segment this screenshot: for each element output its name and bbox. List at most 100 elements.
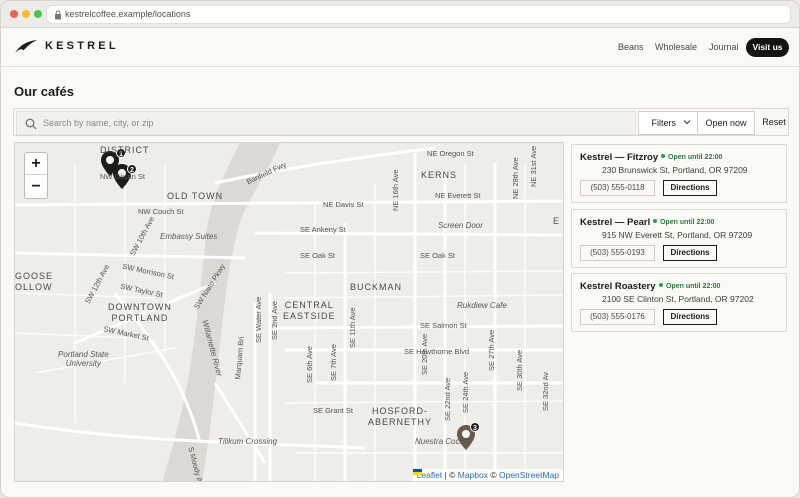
map-label-ne-28th: NE 28th Ave: [511, 157, 520, 199]
zoom-out-button[interactable]: −: [25, 176, 47, 198]
map-label-se-2nd: SE 2nd Ave: [270, 300, 279, 340]
open-status: Open until 22:00: [661, 154, 722, 161]
lock-icon: [55, 10, 61, 20]
map-label-central-eastside: CENTRAL EASTSIDE: [283, 300, 336, 321]
map-label-se-24th: SE 24th Ave: [461, 371, 470, 413]
phone-button[interactable]: (503) 555-0176: [580, 309, 655, 325]
directions-button[interactable]: Directions: [663, 245, 717, 261]
map-label-se-oak-west: SE Oak St: [300, 251, 336, 260]
map-label-nw-couch: NW Couch St: [138, 207, 184, 216]
location-address: 230 Brunswick St, Portland, OR 97209: [602, 165, 748, 175]
nav-link-beans[interactable]: Beans: [618, 42, 644, 52]
site-header: KESTREL Beans Wholesale Journal Visit us: [1, 28, 799, 67]
map-label-kerns: KERNS: [421, 170, 458, 180]
open-now-button[interactable]: Open now: [697, 111, 755, 135]
open-status: Open until 22:00: [653, 219, 714, 226]
visit-us-button[interactable]: Visit us: [746, 38, 789, 57]
map-label-se-32nd: SE 32nd Av: [541, 371, 550, 411]
directions-button[interactable]: Directions: [663, 180, 717, 196]
map-label-buckman: BUCKMAN: [350, 282, 403, 292]
search-icon: [25, 118, 37, 130]
zoom-control: + −: [24, 152, 48, 199]
open-status: Open until 22:00: [659, 283, 720, 290]
map-attribution: Leaflet | © Mapbox © OpenStreetMap: [412, 469, 563, 481]
map-view[interactable]: 1 2 3 DISTRICT NW Glisan St OLD TOWN NW …: [14, 142, 564, 482]
location-card[interactable]: Kestrel — Fitzroy Open until 22:00 230 B…: [571, 144, 787, 203]
map-label-ne-davis: NE Davis St: [323, 200, 364, 209]
map-label-ne-e: E E: [553, 216, 563, 226]
map-label-screen-door: Screen Door: [438, 221, 483, 230]
map-label-hosford: HOSFORD- ABERNETHY: [368, 406, 433, 427]
browser-chrome: kestrelcoffee.example/locations: [1, 1, 799, 28]
phone-button[interactable]: (503) 555-0118: [580, 180, 655, 196]
filters-label: Filters: [651, 118, 676, 128]
minimize-window-button[interactable]: [22, 10, 30, 18]
pin-number: 3: [473, 425, 477, 432]
map-label-se-water: SE Water Ave: [254, 296, 263, 343]
map-label-psu: Portland State University: [58, 350, 109, 368]
search-box[interactable]: [16, 111, 636, 135]
map-label-embassy: Embassy Suites: [160, 232, 218, 241]
osm-link[interactable]: OpenStreetMap: [499, 470, 559, 480]
address-bar[interactable]: kestrelcoffee.example/locations: [46, 5, 791, 24]
map-label-nuestra: Nuestra Cocina: [415, 437, 471, 446]
browser-window: kestrelcoffee.example/locations KESTREL …: [0, 0, 800, 498]
location-address: 915 NW Everett St, Portland, OR 97209: [602, 230, 753, 240]
status-dot: [661, 154, 665, 158]
status-text: Open until 22:00: [666, 283, 721, 290]
kestrel-logo-icon[interactable]: [14, 39, 38, 55]
downtown-text: DOWNTOWN PORTLAND: [108, 302, 172, 323]
status-dot: [653, 219, 657, 223]
mapbox-link[interactable]: Mapbox: [458, 470, 488, 480]
url-text: kestrelcoffee.example/locations: [65, 9, 191, 19]
map-label-se-27th: SE 27th Ave: [487, 329, 496, 371]
location-address: 2100 SE Clinton St, Portland, OR 97202: [602, 294, 754, 304]
map-label-old-town: OLD TOWN: [167, 191, 224, 201]
location-name: Kestrel — Pearl: [580, 217, 651, 228]
map-label-se-22nd: SE 22nd Ave: [443, 377, 452, 421]
map-label-se-11th: SE 11th Ave: [348, 307, 357, 348]
search-toolbar: Filters Open now Reset: [13, 108, 789, 136]
status-text: Open until 22:00: [668, 154, 723, 161]
status-text: Open until 22:00: [660, 219, 715, 226]
nav-link-journal[interactable]: Journal: [709, 42, 739, 52]
nav-link-wholesale[interactable]: Wholesale: [655, 42, 697, 52]
map-label-ne-everett: NE Everett St: [435, 191, 481, 200]
filters-button[interactable]: Filters: [638, 111, 704, 135]
map-label-nw-glisan: NW Glisan St: [100, 172, 146, 181]
map-label-se-oak-east: SE Oak St: [420, 251, 456, 260]
reset-button[interactable]: Reset: [760, 111, 788, 135]
location-card[interactable]: Kestrel Roastery Open until 22:00 2100 S…: [571, 273, 787, 332]
search-input[interactable]: [43, 113, 623, 133]
map-label-se-30th: SE 30th Ave: [515, 349, 524, 391]
location-card[interactable]: Kestrel — Pearl Open until 22:00 915 NW …: [571, 209, 787, 268]
map-label-downtown: DOWNTOWN PORTLAND: [108, 302, 172, 324]
map-label-se-grant: SE Grant St: [313, 406, 354, 415]
map-label-se-7th: SE 7th Ave: [329, 344, 338, 381]
phone-button[interactable]: (503) 555-0193: [580, 245, 655, 261]
maximize-window-button[interactable]: [34, 10, 42, 18]
map-label-se-20th: SE 20th Ave: [420, 333, 429, 375]
zoom-in-button[interactable]: +: [25, 153, 47, 175]
map-label-district: DISTRICT: [100, 145, 150, 155]
chevron-down-icon: [683, 120, 690, 125]
map-label-se-ankeny: SE Ankeny St: [300, 225, 346, 234]
page-title: Our cafés: [14, 84, 74, 99]
map-label-ne-oregon: NE Oregon St: [427, 149, 474, 158]
directions-button[interactable]: Directions: [663, 309, 717, 325]
location-name: Kestrel Roastery: [580, 281, 656, 292]
brand-wordmark[interactable]: KESTREL: [45, 40, 119, 52]
map-label-rukdiew: Rukdiew Cafe: [457, 301, 507, 310]
location-name: Kestrel — Fitzroy: [580, 152, 659, 163]
map-label-ne-31st: NE 31st Ave: [529, 145, 538, 187]
attribution-sep2: ©: [487, 470, 499, 480]
map-label-se-salmon: SE Salmon St: [420, 321, 467, 330]
map-label-se-hawthorne: SE Hawthorne Blvd: [404, 347, 470, 356]
map-label-se-6th: SE 6th Ave: [305, 346, 314, 383]
attribution-sep1: | ©: [442, 470, 458, 480]
map-label-goose: GOOSE OLLOW: [15, 271, 54, 292]
map-label-ne-16th: NE 16th Ave: [391, 169, 400, 211]
map-label-tilikum: Tilikum Crossing: [218, 437, 278, 446]
close-window-button[interactable]: [10, 10, 18, 18]
status-dot: [659, 283, 663, 287]
